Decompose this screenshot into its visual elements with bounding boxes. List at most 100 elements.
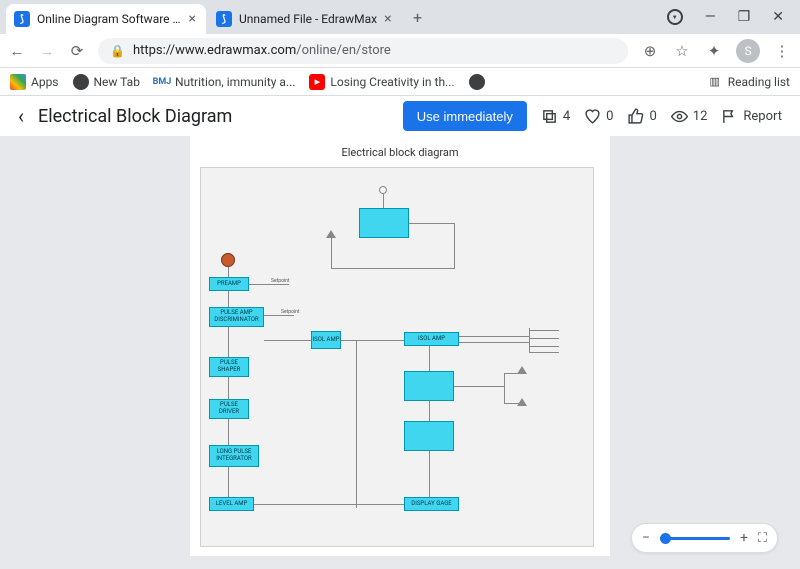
connector (504, 403, 519, 404)
block-pulse-shaper: PULSE SHAPER (209, 357, 249, 377)
thumbs-up-icon (627, 108, 644, 125)
connector (504, 373, 505, 403)
block-level-amp: LEVEL AMP (209, 497, 254, 511)
bookmarks-bar: Apps New Tab BMJ Nutrition, immunity a..… (0, 68, 800, 96)
close-icon[interactable]: × (384, 11, 391, 27)
block-pulse-amp-disc: PULSE AMP DISCRIMINATOR (209, 307, 264, 327)
likes-stat[interactable]: 0 (584, 108, 613, 125)
maximize-icon[interactable]: ❐ (738, 9, 751, 25)
connector (504, 373, 519, 374)
label-setpoint: Setpoint (281, 309, 300, 315)
page-header: ‹ Electrical Block Diagram Use immediate… (0, 96, 800, 136)
browser-tab-inactive[interactable]: ⟆ Unnamed File - EdrawMax × (208, 4, 402, 34)
url-field[interactable]: 🔒 https://www.edrawmax.com/online/en/sto… (98, 38, 628, 64)
bmj-icon: BMJ (154, 74, 170, 90)
extensions-icon[interactable]: ✦ (704, 42, 724, 60)
diagram-canvas[interactable]: PREAMP Setpoint PULSE AMP DISCRIMINATOR … (200, 167, 594, 547)
block-isol-amp2: ISOL AMP (404, 332, 459, 346)
account-icon[interactable]: ▼ (667, 9, 683, 25)
label-setpoint: Setpoint (271, 278, 290, 284)
connector (228, 267, 229, 277)
connector (254, 504, 356, 505)
apps-button[interactable]: Apps (10, 74, 59, 90)
connector (264, 315, 294, 316)
close-window-icon[interactable]: ✕ (772, 9, 784, 25)
start-node (221, 253, 235, 267)
triangle-node (326, 230, 336, 238)
bookmark-item[interactable] (469, 74, 485, 90)
browser-tab-active[interactable]: ⟆ Online Diagram Software - EdrawM... × (6, 4, 206, 34)
connector (459, 342, 529, 343)
zoom-out-button[interactable]: − (642, 530, 650, 546)
connector (356, 340, 404, 341)
connector (228, 327, 229, 357)
heart-icon (584, 108, 601, 125)
connector (249, 284, 289, 285)
connector (529, 330, 559, 331)
favicon-edrawmax: ⟆ (216, 11, 232, 27)
connector (529, 346, 559, 347)
copies-stat[interactable]: 4 (541, 108, 570, 125)
back-button[interactable]: ‹ (18, 104, 24, 128)
zoom-slider[interactable] (660, 537, 730, 540)
url-text: https://www.edrawmax.com/online/en/store (133, 43, 391, 58)
minimize-icon[interactable]: — (705, 9, 716, 25)
report-button[interactable]: Report (721, 108, 782, 125)
search-icon[interactable]: ⊕ (640, 42, 660, 60)
fullscreen-icon[interactable]: ⛶ (758, 531, 767, 546)
triangle-node (517, 398, 527, 406)
profile-avatar[interactable]: S (736, 39, 760, 63)
connector (228, 377, 229, 399)
connector (459, 336, 529, 337)
thumbs-stat[interactable]: 0 (627, 108, 656, 125)
connector (228, 419, 229, 445)
bookmark-item[interactable]: ▸ Losing Creativity in th... (309, 74, 454, 90)
block-unnamed (404, 421, 454, 451)
connector (454, 386, 504, 387)
connector (429, 451, 430, 497)
node-circle (379, 186, 387, 194)
document-page: Electrical block diagram PREAMP Setpoint… (190, 136, 610, 556)
block-preamp: PREAMP (209, 277, 249, 291)
block-isol-amp: ISOL AMP (311, 331, 341, 349)
page-title: Electrical Block Diagram (38, 106, 389, 127)
connector (341, 340, 356, 341)
lock-icon: 🔒 (110, 44, 125, 58)
copy-icon (541, 108, 558, 125)
favicon-edrawmax: ⟆ (14, 11, 30, 27)
connector (429, 401, 430, 421)
connector (429, 346, 430, 371)
reading-list-button[interactable]: ▥ Reading list (707, 74, 790, 90)
youtube-icon: ▸ (309, 74, 325, 90)
window-controls: ▼ — ❐ ✕ (667, 9, 800, 25)
views-stat[interactable]: 12 (671, 108, 708, 125)
connector (409, 223, 454, 224)
back-icon[interactable]: ← (8, 42, 26, 60)
tab-title: Online Diagram Software - EdrawM... (37, 12, 182, 26)
block-unnamed (359, 208, 409, 238)
connector (331, 238, 332, 268)
star-icon[interactable]: ☆ (672, 42, 692, 60)
use-immediately-button[interactable]: Use immediately (403, 101, 527, 131)
reload-icon[interactable]: ⟳ (68, 42, 86, 60)
connector (529, 352, 559, 353)
document-title: Electrical block diagram (200, 146, 600, 159)
bookmark-item[interactable]: New Tab (73, 74, 140, 90)
address-bar: ← → ⟳ 🔒 https://www.edrawmax.com/online/… (0, 34, 800, 68)
connector (356, 340, 357, 508)
connector (529, 328, 530, 353)
browser-titlebar: ⟆ Online Diagram Software - EdrawM... × … (0, 0, 800, 34)
connector (228, 467, 229, 497)
connector (264, 340, 311, 341)
menu-icon[interactable]: ⋮ (772, 42, 792, 60)
connector (228, 291, 229, 307)
block-pulse-driver: PULSE DRIVER (209, 399, 249, 419)
bookmark-item[interactable]: BMJ Nutrition, immunity a... (154, 74, 295, 90)
new-tab-button[interactable]: + (404, 8, 432, 27)
reading-list-icon: ▥ (707, 74, 723, 90)
zoom-in-button[interactable]: + (740, 530, 748, 546)
zoom-control: − + ⛶ (631, 523, 778, 553)
canvas-area: Electrical block diagram PREAMP Setpoint… (0, 136, 800, 569)
forward-icon[interactable]: → (38, 42, 56, 60)
close-icon[interactable]: × (189, 11, 196, 27)
